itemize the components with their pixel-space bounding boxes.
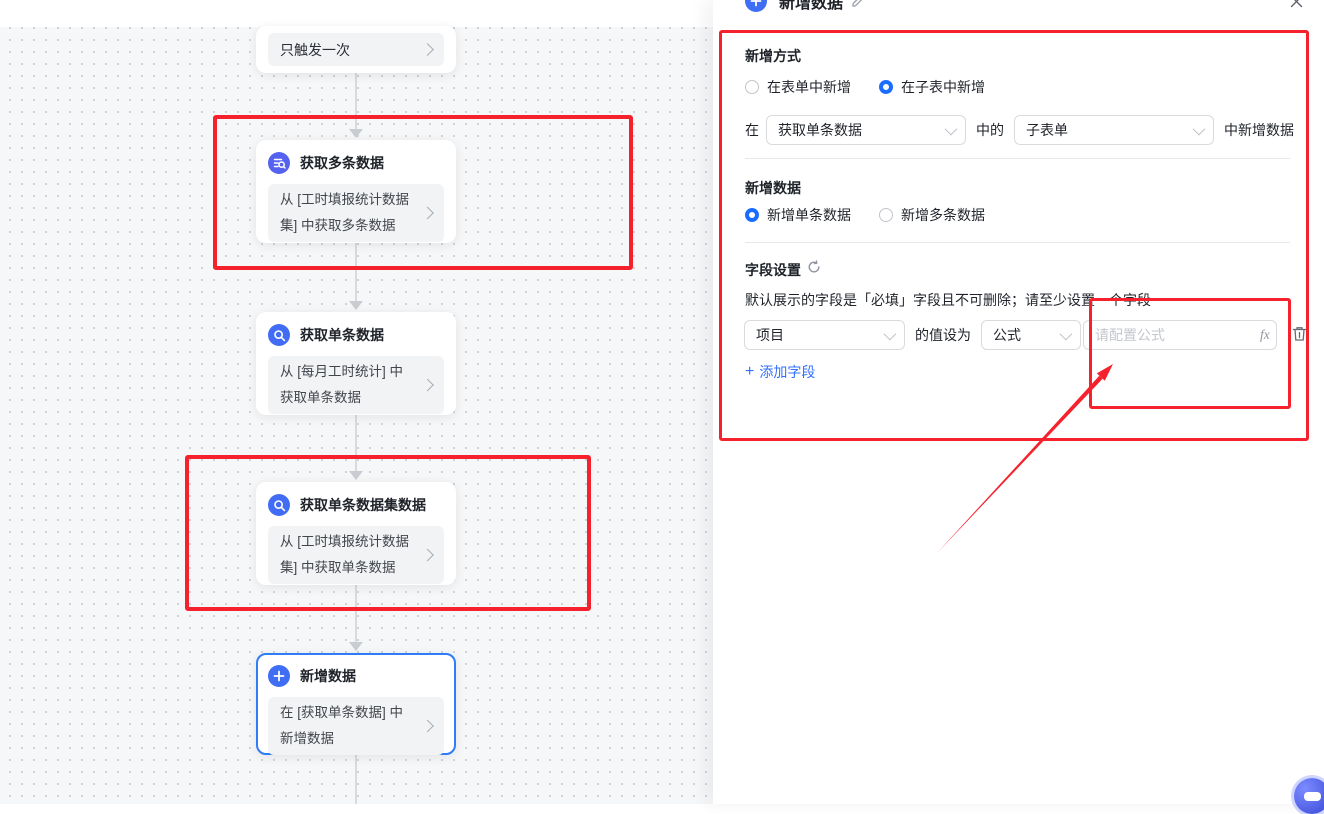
node-title: 获取单条数据: [300, 327, 384, 343]
trigger-label: 只触发一次: [280, 41, 350, 58]
trigger-summary: 只触发一次: [268, 33, 444, 66]
node-title: 新增数据: [300, 668, 356, 684]
connector-line: [355, 415, 357, 471]
workflow-canvas[interactable]: 只触发一次 获取多条数据 从 [工时填报统计数据集] 中获取多条数据 获取单条数…: [0, 0, 713, 804]
radio-selected-icon[interactable]: [879, 80, 893, 94]
config-panel: 新增数据 新增方式 在表单中新增 在子表中新增 在 获取单条数据 中的 子表单 …: [713, 0, 1324, 804]
radio-icon[interactable]: [745, 80, 759, 94]
node-description: 在 [获取单条数据] 中新增数据: [268, 697, 444, 755]
node-description: 从 [每月工时统计] 中获取单条数据: [268, 356, 444, 414]
source-node-value: 获取单条数据: [778, 122, 862, 138]
node-get-multiple-records[interactable]: 获取多条数据 从 [工时填报统计数据集] 中获取多条数据: [256, 140, 456, 243]
radio-icon[interactable]: [879, 208, 893, 222]
target-row: 在 获取单条数据 中的 子表单 中新增数据: [745, 115, 1294, 145]
connector-arrow-icon: [349, 129, 363, 138]
target-middle: 中的: [976, 122, 1004, 138]
delete-field-icon[interactable]: [1292, 326, 1307, 347]
chevron-down-icon: [1059, 327, 1073, 340]
chevron-down-icon: [883, 327, 897, 340]
radio-label[interactable]: 新增单条数据: [767, 205, 851, 225]
chevron-down-icon: [1192, 122, 1206, 135]
panel-title: 新增数据: [779, 0, 844, 12]
node-description: 从 [工时填报统计数据集] 中获取单条数据: [268, 526, 444, 584]
field-value: 项目: [756, 327, 784, 343]
node-get-single-record[interactable]: 获取单条数据 从 [每月工时统计] 中获取单条数据: [256, 312, 456, 415]
add-field-button[interactable]: + 添加字段: [745, 362, 815, 382]
radio-add-in-subform[interactable]: 在子表中新增: [879, 77, 985, 97]
chevron-right-icon: [421, 206, 434, 220]
field-settings-label: 字段设置: [745, 262, 801, 278]
assistant-icon[interactable]: [1294, 778, 1324, 814]
connector-line: [355, 73, 357, 129]
formula-input[interactable]: [1083, 320, 1277, 350]
node-add-record[interactable]: 新增数据 在 [获取单条数据] 中新增数据: [256, 653, 456, 755]
source-node-select[interactable]: 获取单条数据: [766, 115, 966, 145]
subform-select[interactable]: 子表单: [1014, 115, 1214, 145]
single-record-query-icon: [268, 494, 290, 516]
canvas-top-bar: [0, 0, 713, 27]
radio-label[interactable]: 新增多条数据: [901, 205, 985, 225]
set-value-label: 的值设为: [915, 327, 971, 343]
target-suffix: 中新增数据: [1224, 122, 1294, 138]
field-settings-hint: 默认展示的字段是「必填」字段且不可删除；请至少设置一个字段: [745, 292, 1151, 308]
radio-add-multiple-records[interactable]: 新增多条数据: [879, 205, 985, 225]
node-description: 从 [工时填报统计数据集] 中获取多条数据: [268, 184, 444, 242]
subform-value: 子表单: [1026, 122, 1068, 138]
panel-header: 新增数据: [745, 0, 864, 13]
divider: [745, 242, 1290, 243]
multi-record-query-icon: [268, 152, 290, 174]
plus-icon: +: [745, 363, 755, 380]
add-mode-options: 在表单中新增 在子表中新增: [745, 77, 1013, 97]
add-field-label: 添加字段: [759, 364, 816, 380]
chevron-right-icon: [421, 719, 434, 733]
radio-selected-icon[interactable]: [745, 208, 759, 222]
chevron-right-icon: [421, 548, 434, 562]
field-select[interactable]: 项目: [744, 320, 905, 350]
add-mode-label: 新增方式: [745, 48, 801, 64]
add-data-options: 新增单条数据 新增多条数据: [745, 205, 1013, 225]
single-record-query-icon: [268, 324, 290, 346]
node-title: 获取单条数据集数据: [300, 497, 426, 513]
radio-add-single-record[interactable]: 新增单条数据: [745, 205, 851, 225]
value-type-value: 公式: [993, 327, 1021, 343]
value-type-select[interactable]: 公式: [981, 320, 1081, 350]
chevron-right-icon: [421, 43, 434, 56]
add-data-label: 新增数据: [745, 180, 801, 196]
fx-icon[interactable]: fx: [1260, 327, 1270, 343]
radio-label[interactable]: 在子表中新增: [901, 77, 985, 97]
add-record-icon: [268, 665, 290, 687]
refresh-icon[interactable]: [807, 260, 821, 279]
add-record-icon: [745, 0, 767, 12]
connector-arrow-icon: [349, 471, 363, 480]
node-trigger-once[interactable]: 只触发一次: [256, 26, 456, 73]
target-prefix: 在: [745, 122, 759, 138]
chevron-right-icon: [421, 378, 434, 392]
radio-add-in-form[interactable]: 在表单中新增: [745, 77, 851, 97]
node-get-single-dataset-record[interactable]: 获取单条数据集数据 从 [工时填报统计数据集] 中获取单条数据: [256, 482, 456, 585]
connector-line: [355, 243, 357, 301]
close-icon[interactable]: [1289, 0, 1304, 14]
connector-line: [355, 585, 357, 642]
chevron-down-icon: [944, 122, 958, 135]
field-row: 项目 的值设为 公式: [744, 320, 1081, 350]
radio-label[interactable]: 在表单中新增: [767, 77, 851, 97]
edit-icon[interactable]: [851, 0, 864, 8]
divider: [745, 158, 1290, 159]
connector-arrow-icon: [349, 642, 363, 651]
assistant-glyph: [1303, 791, 1321, 801]
node-title: 获取多条数据: [300, 155, 384, 171]
connector-line: [355, 755, 357, 804]
connector-arrow-icon: [349, 301, 363, 310]
